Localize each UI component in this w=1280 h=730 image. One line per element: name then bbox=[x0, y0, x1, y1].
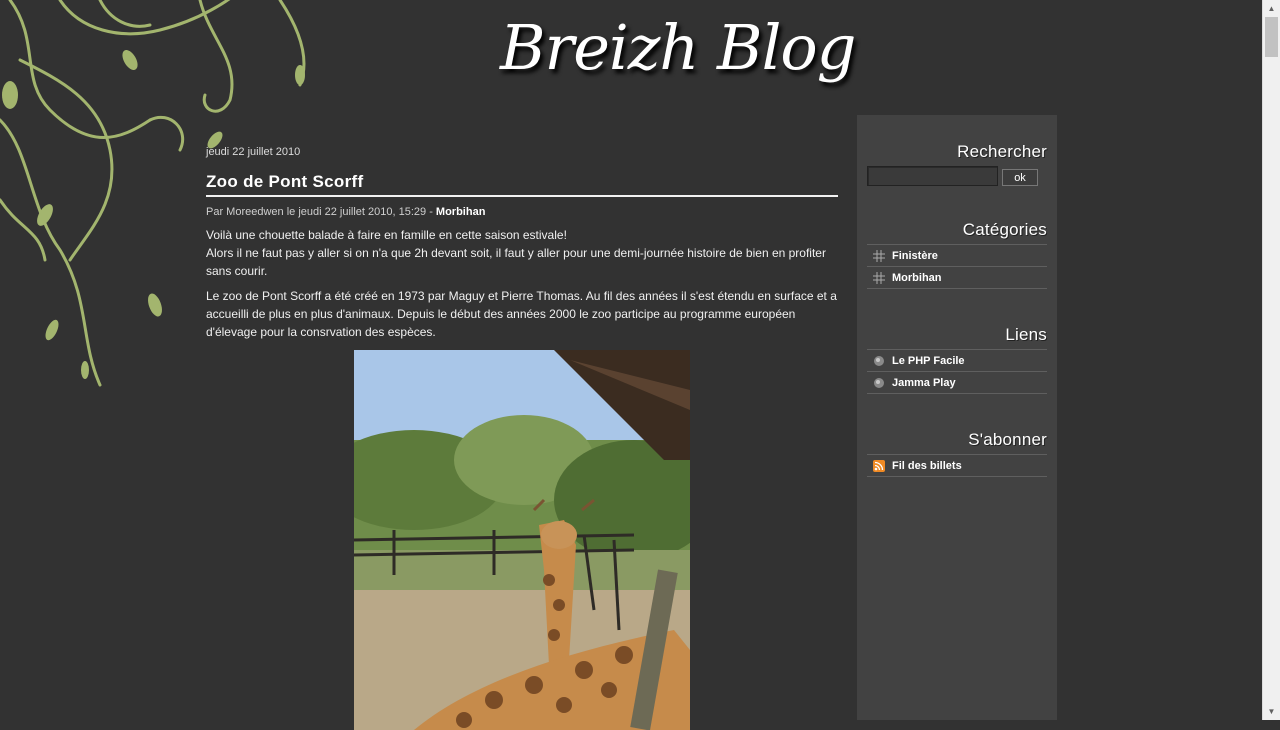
post-paragraph-line: Voilà une chouette balade à faire en fam… bbox=[206, 228, 567, 242]
categories-list: Finistère Morbihan bbox=[867, 244, 1047, 289]
link-bullet-icon bbox=[872, 376, 886, 390]
subscribe-list: Fil des billets bbox=[867, 454, 1047, 477]
category-item-finistere[interactable]: Finistère bbox=[867, 245, 1047, 267]
site-logo[interactable]: Breizh Blog bbox=[500, 8, 856, 108]
post-meta: Par Moreedwen le jeudi 22 juillet 2010, … bbox=[206, 206, 838, 218]
search-heading: Rechercher bbox=[957, 142, 1047, 161]
category-label: Finistère bbox=[892, 249, 938, 262]
cross-icon bbox=[872, 249, 886, 263]
links-heading: Liens bbox=[1005, 325, 1047, 344]
scroll-thumb[interactable] bbox=[1265, 17, 1278, 57]
categories-heading: Catégories bbox=[962, 220, 1047, 239]
giraffe-photo bbox=[354, 350, 690, 730]
post-body: Voilà une chouette balade à faire en fam… bbox=[206, 226, 838, 341]
search-ok-button[interactable]: ok bbox=[1002, 169, 1038, 186]
post-paragraph: Le zoo de Pont Scorff a été créé en 1973… bbox=[206, 289, 837, 339]
cross-icon bbox=[872, 271, 886, 285]
search-input[interactable] bbox=[867, 166, 998, 186]
links-list: Le PHP Facile Jamma Play bbox=[867, 349, 1047, 394]
subscribe-heading: S'abonner bbox=[968, 430, 1047, 449]
scroll-up-arrow-icon[interactable]: ▲ bbox=[1263, 0, 1280, 17]
link-label: Le PHP Facile bbox=[892, 354, 965, 367]
feed-item-billets[interactable]: Fil des billets bbox=[867, 455, 1047, 477]
post-paragraph-line: Alors il ne faut pas y aller si on n'a q… bbox=[206, 246, 826, 278]
search-form: ok bbox=[867, 166, 1047, 186]
scroll-down-arrow-icon[interactable]: ▼ bbox=[1263, 703, 1280, 720]
sidebar: Rechercher ok Catégories Finistère Morbi… bbox=[857, 115, 1057, 720]
post-title[interactable]: Zoo de Pont Scorff bbox=[206, 172, 838, 197]
category-label: Morbihan bbox=[892, 271, 942, 284]
feed-label: Fil des billets bbox=[892, 459, 962, 472]
category-item-morbihan[interactable]: Morbihan bbox=[867, 267, 1047, 289]
vertical-scrollbar[interactable]: ▲ ▼ bbox=[1262, 0, 1280, 720]
link-bullet-icon bbox=[872, 354, 886, 368]
post-date: jeudi 22 juillet 2010 bbox=[206, 146, 301, 158]
post-byline: Par Moreedwen le jeudi 22 juillet 2010, … bbox=[206, 206, 436, 218]
post-category-link[interactable]: Morbihan bbox=[436, 206, 486, 218]
link-item-php-facile[interactable]: Le PHP Facile bbox=[867, 350, 1047, 372]
link-label: Jamma Play bbox=[892, 376, 956, 389]
post-paragraph: Voilà une chouette balade à faire en fam… bbox=[206, 226, 838, 280]
main-content: jeudi 22 juillet 2010 Zoo de Pont Scorff… bbox=[206, 146, 838, 730]
rss-icon bbox=[872, 459, 886, 473]
link-item-jamma-play[interactable]: Jamma Play bbox=[867, 372, 1047, 394]
